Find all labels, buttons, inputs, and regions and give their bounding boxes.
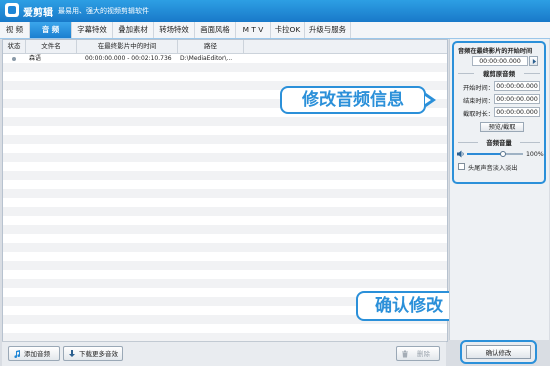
clip-start-field[interactable]: 00:00:00.000 (494, 81, 540, 91)
clip-start-label: 开始时间： (463, 85, 494, 92)
table-header: 状态 文件名 在最终影片中的时间 路径 (3, 40, 447, 54)
clip-duration-label: 截取时长： (463, 111, 494, 118)
bottom-toolbar: 添加音频 下载更多音效 删除 (2, 341, 446, 366)
volume-slider-fill (467, 153, 504, 155)
app-name: 爱剪辑 (23, 8, 53, 19)
tab-audio[interactable]: 音 频 (30, 22, 72, 38)
add-audio-button[interactable]: 添加音频 (8, 346, 60, 361)
column-time: 在最终影片中的时间 (77, 40, 178, 53)
tab-subtitle-effects[interactable]: 字幕特效 (72, 22, 113, 38)
download-more-sounds-button[interactable]: 下载更多音效 (63, 346, 123, 361)
tab-karaoke[interactable]: 卡拉OK (271, 22, 305, 38)
clip-duration-field[interactable]: 00:00:00.000 (494, 107, 540, 117)
fade-label: 头尾声音淡入淡出 (468, 165, 518, 172)
download-icon (69, 350, 75, 357)
tab-mtv[interactable]: M T V (236, 22, 271, 38)
clip-section-title: 裁剪原音频 (483, 70, 515, 78)
music-note-icon (14, 350, 21, 358)
row-status-icon (12, 56, 16, 61)
volume-value: 100% (526, 151, 544, 158)
row-time: 00:00:00.000 - 00:02:10.736 (85, 55, 172, 62)
column-filename: 文件名 (26, 40, 77, 53)
audio-settings-panel: 音频在最终影片的开始时间 00:00:00.000 裁剪原音频 开始时间： 00… (449, 39, 549, 340)
delete-label: 删除 (417, 350, 430, 358)
row-path: D:\MediaEditor\... (180, 55, 233, 62)
title-bar: 爱剪辑 最易用、强大的视频剪辑软件 (0, 0, 550, 22)
tab-video[interactable]: 视 频 (0, 22, 30, 38)
start-time-field[interactable]: 00:00:00.000 (472, 56, 528, 66)
preview-clip-button[interactable]: 预览/截取 (480, 122, 524, 132)
app-logo-icon (5, 3, 19, 17)
arrow-right-icon (532, 59, 537, 64)
trash-icon (402, 350, 408, 358)
callout-edit-audio-info: 修改音频信息 (280, 86, 426, 114)
confirm-button-highlight: 确认修改 (460, 340, 537, 364)
pick-start-time-button[interactable] (529, 56, 538, 66)
add-audio-label: 添加音频 (24, 350, 50, 358)
fade-checkbox[interactable] (458, 163, 465, 170)
app-slogan: 最易用、强大的视频剪辑软件 (58, 7, 149, 15)
tab-picture-style[interactable]: 画面风格 (195, 22, 236, 38)
delete-button[interactable]: 删除 (396, 346, 440, 361)
confirm-edit-button[interactable]: 确认修改 (466, 345, 531, 359)
clip-end-label: 结束时间： (463, 98, 494, 105)
column-status: 状态 (3, 40, 26, 53)
tab-transition-effects[interactable]: 转场特效 (154, 22, 195, 38)
speaker-icon[interactable] (457, 150, 465, 158)
row-filename: 森语 (29, 55, 42, 62)
clip-end-field[interactable]: 00:00:00.000 (494, 94, 540, 104)
callout-arrow-inner-icon (425, 96, 431, 104)
start-time-label: 音频在最终影片的开始时间 (458, 48, 533, 55)
column-path: 路径 (178, 40, 244, 53)
tab-upgrade-service[interactable]: 升级与服务 (305, 22, 351, 38)
table-row[interactable]: 森语 00:00:00.000 - 00:02:10.736 D:\MediaE… (3, 54, 447, 63)
main-tab-bar: 视 频 音 频 字幕特效 叠加素材 转场特效 画面风格 M T V 卡拉OK 升… (0, 22, 550, 39)
callout-confirm-edit: 确认修改 (356, 291, 462, 321)
volume-slider-thumb[interactable] (500, 151, 507, 157)
audio-info-box: 音频在最终影片的开始时间 00:00:00.000 裁剪原音频 开始时间： 00… (452, 41, 546, 184)
tab-overlay-materials[interactable]: 叠加素材 (113, 22, 154, 38)
volume-section-title: 音频音量 (486, 139, 512, 147)
download-more-label: 下载更多音效 (79, 350, 118, 358)
